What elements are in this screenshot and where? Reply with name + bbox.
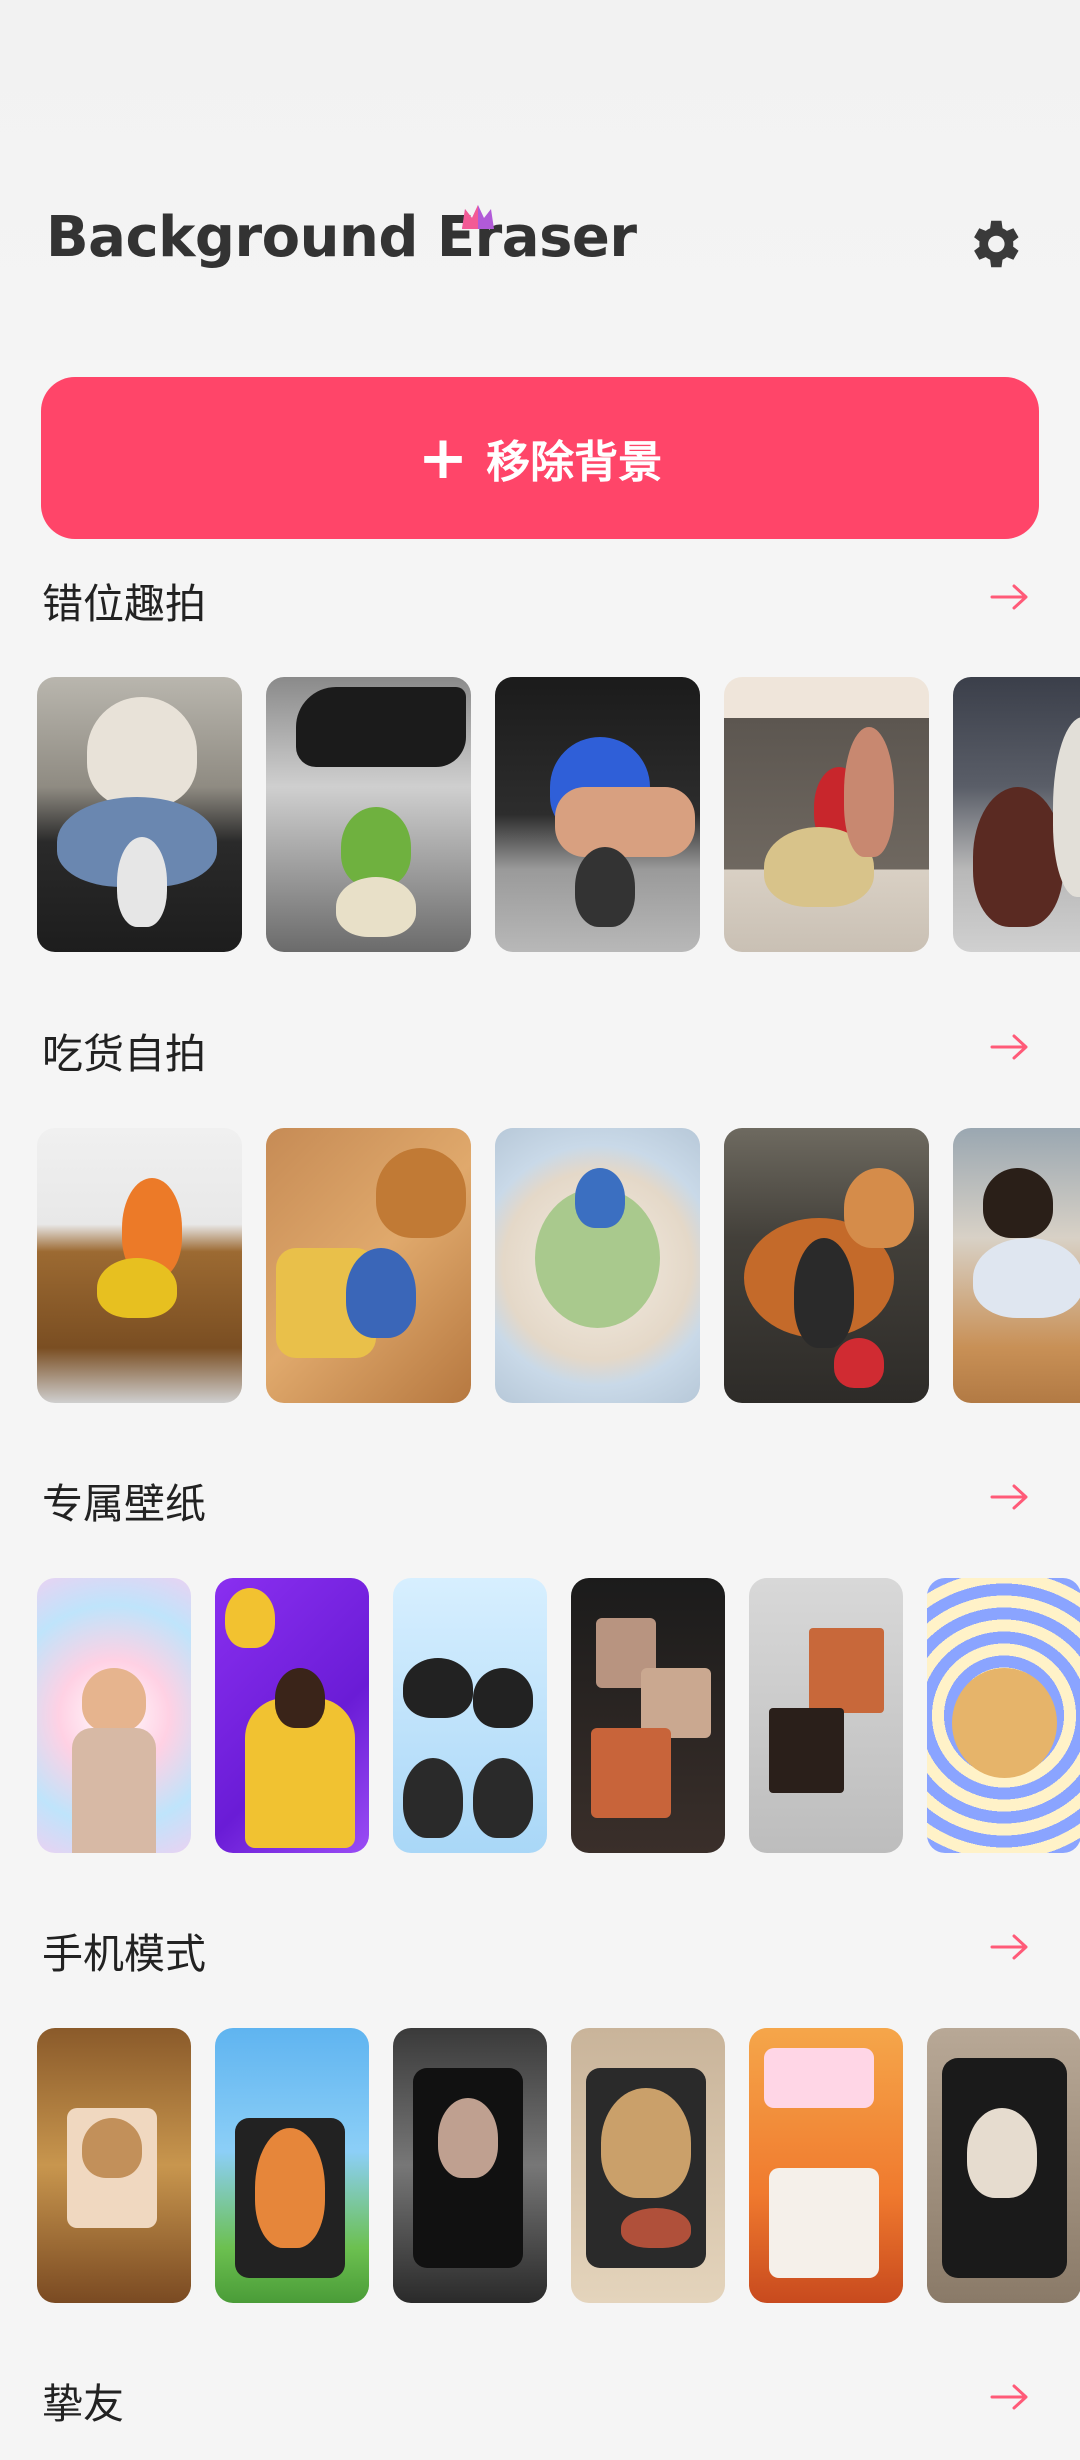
template-thumbnail[interactable] (215, 1578, 369, 1853)
template-row (37, 1128, 1080, 1403)
template-thumbnail[interactable] (749, 2028, 903, 2303)
template-thumbnail[interactable] (393, 1578, 547, 1853)
section-title-foodie-selfie: 吃货自拍 (42, 1030, 206, 1078)
app-header (0, 0, 1080, 360)
template-thumbnail[interactable] (724, 1128, 929, 1403)
section-title-exclusive-wallpaper: 专属壁纸 (42, 1480, 206, 1528)
template-thumbnail[interactable] (724, 677, 929, 952)
arrow-right-icon[interactable] (990, 1032, 1030, 1062)
template-thumbnail[interactable] (266, 1128, 471, 1403)
arrow-right-icon[interactable] (990, 2382, 1030, 2412)
template-row (37, 1578, 1080, 1853)
arrow-right-icon[interactable] (990, 1482, 1030, 1512)
template-thumbnail[interactable] (37, 1578, 191, 1853)
arrow-right-icon[interactable] (990, 1932, 1030, 1962)
template-thumbnail[interactable] (571, 1578, 725, 1853)
section-title-best-friends: 挚友 (42, 2380, 124, 2428)
arrow-right-icon[interactable] (990, 582, 1030, 612)
template-thumbnail[interactable] (37, 1128, 242, 1403)
settings-gear-icon[interactable] (963, 213, 1025, 275)
template-thumbnail[interactable] (37, 677, 242, 952)
plus-icon: + (417, 423, 469, 493)
template-thumbnail[interactable] (953, 1128, 1080, 1403)
remove-background-label: 移除背景 (486, 437, 663, 488)
template-thumbnail[interactable] (495, 677, 700, 952)
template-thumbnail[interactable] (749, 1578, 903, 1853)
template-row (37, 677, 1080, 952)
template-thumbnail[interactable] (953, 677, 1080, 952)
template-thumbnail[interactable] (927, 2028, 1080, 2303)
template-thumbnail[interactable] (215, 2028, 369, 2303)
remove-background-button[interactable]: + 移除背景 (41, 377, 1039, 539)
template-thumbnail[interactable] (37, 2028, 191, 2303)
crown-icon (462, 205, 494, 229)
template-thumbnail[interactable] (571, 2028, 725, 2303)
template-row (37, 2028, 1080, 2303)
template-thumbnail[interactable] (927, 1578, 1080, 1853)
template-thumbnail[interactable] (495, 1128, 700, 1403)
template-thumbnail[interactable] (266, 677, 471, 952)
section-title-forced-perspective: 错位趣拍 (42, 580, 206, 628)
app-logo: Background Eraser (46, 205, 637, 270)
template-thumbnail[interactable] (393, 2028, 547, 2303)
section-title-phone-mode: 手机模式 (42, 1930, 206, 1978)
